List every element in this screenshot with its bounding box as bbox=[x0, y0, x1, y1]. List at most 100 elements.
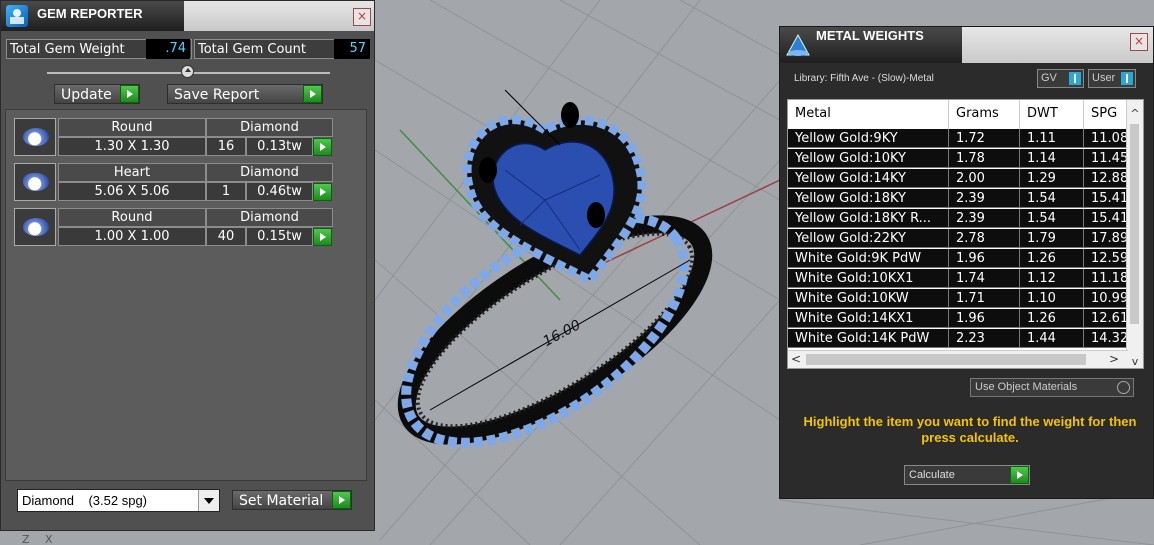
gem-shape: Heart bbox=[58, 163, 206, 182]
vscroll-thumb[interactable] bbox=[1130, 124, 1139, 324]
cell-dwt: 1.26 bbox=[1020, 249, 1084, 268]
cell-spg: 15.41 bbox=[1084, 189, 1128, 208]
table-row[interactable]: Yellow Gold:18KY 2.39 1.54 15.41 bbox=[788, 189, 1143, 209]
cell-grams: 2.39 bbox=[949, 209, 1020, 228]
cell-dwt: 1.79 bbox=[1020, 229, 1084, 248]
gem-size: 1.30 X 1.30 bbox=[58, 137, 206, 156]
save-report-button[interactable]: Save Report bbox=[167, 84, 323, 104]
gem-size: 5.06 X 5.06 bbox=[58, 182, 206, 201]
chevron-left-icon[interactable]: < bbox=[788, 351, 804, 368]
column-header-spg[interactable]: SPG bbox=[1084, 100, 1128, 129]
cell-spg: 12.61 bbox=[1084, 309, 1128, 328]
metal-weights-panel: METAL WEIGHTS × Library: Fifth Ave - (Sl… bbox=[779, 26, 1154, 499]
axis-hint: Z X bbox=[22, 533, 59, 545]
table-row[interactable]: Yellow Gold:10KY 1.78 1.14 11.45 bbox=[788, 149, 1143, 169]
size-slider-knob[interactable] bbox=[181, 65, 194, 78]
update-button[interactable]: Update bbox=[54, 84, 140, 104]
cell-metal-name: White Gold:9K PdW bbox=[788, 249, 949, 268]
chevron-right-icon[interactable]: > bbox=[1106, 351, 1122, 368]
save-report-go-icon bbox=[303, 85, 322, 103]
use-object-materials-toggle[interactable]: Use Object Materials bbox=[970, 378, 1134, 397]
cell-grams: 1.96 bbox=[949, 309, 1020, 328]
library-label: Library: Fifth Ave - (Slow)-Metal bbox=[794, 73, 934, 84]
chevron-down-icon[interactable] bbox=[198, 490, 219, 511]
gem-weight: 0.15tw bbox=[246, 227, 313, 246]
gem-type: Diamond bbox=[206, 163, 333, 182]
cell-metal-name: White Gold:14K PdW bbox=[788, 329, 949, 348]
column-header-metal[interactable]: Metal bbox=[788, 100, 949, 129]
table-row[interactable]: White Gold:10KW 1.71 1.10 10.99 bbox=[788, 289, 1143, 309]
cell-dwt: 1.44 bbox=[1020, 329, 1084, 348]
table-row[interactable]: Yellow Gold:14KY 2.00 1.29 12.88 bbox=[788, 169, 1143, 189]
cell-metal-name: Yellow Gold:10KY bbox=[788, 149, 949, 168]
chevron-down-icon[interactable]: v bbox=[1127, 354, 1143, 368]
cell-grams: 1.74 bbox=[949, 269, 1020, 288]
cell-dwt: 1.54 bbox=[1020, 209, 1084, 228]
cell-dwt: 1.14 bbox=[1020, 149, 1084, 168]
cell-metal-name: Yellow Gold:22KY bbox=[788, 229, 949, 248]
metal-weights-title-tab: METAL WEIGHTS bbox=[780, 27, 962, 63]
column-header-grams[interactable]: Grams bbox=[949, 100, 1020, 129]
gem-reporter-close-icon[interactable]: × bbox=[353, 8, 371, 26]
gem-stats-row: Total Gem Weight .74 Total Gem Count 57 bbox=[6, 39, 370, 59]
total-gem-count-value: 57 bbox=[334, 39, 370, 59]
cell-dwt: 1.12 bbox=[1020, 269, 1084, 288]
set-material-button[interactable]: Set Material bbox=[232, 490, 352, 510]
round-gem-thumbnail bbox=[14, 118, 56, 156]
gem-row[interactable]: Round Diamond 1.30 X 1.30 16 0.13tw bbox=[14, 118, 339, 158]
gem-reporter-titlebar[interactable]: GEM REPORTER × bbox=[1, 1, 374, 31]
metal-table-header: Metal Grams DWT SPG bbox=[788, 100, 1143, 129]
chevron-up-icon[interactable]: ^ bbox=[1127, 106, 1143, 122]
gem-reporter-title: GEM REPORTER bbox=[37, 6, 143, 21]
cell-grams: 2.00 bbox=[949, 169, 1020, 188]
table-row[interactable]: White Gold:10KX1 1.74 1.12 11.18 bbox=[788, 269, 1143, 289]
cell-grams: 1.71 bbox=[949, 289, 1020, 308]
cell-grams: 1.96 bbox=[949, 249, 1020, 268]
gem-row[interactable]: Heart Diamond 5.06 X 5.06 1 0.46tw bbox=[14, 163, 339, 203]
calculate-button[interactable]: Calculate bbox=[904, 465, 1030, 485]
table-row[interactable]: White Gold:14KX1 1.96 1.26 12.61 bbox=[788, 309, 1143, 329]
round-gem-thumbnail bbox=[14, 208, 56, 246]
total-gem-weight-value: .74 bbox=[146, 39, 190, 59]
metal-table[interactable]: Metal Grams DWT SPG Yellow Gold:9KY 1.72 1… bbox=[787, 99, 1144, 369]
cell-spg: 11.08 bbox=[1084, 129, 1128, 148]
cell-metal-name: White Gold:14KX1 bbox=[788, 309, 949, 328]
gv-toggle[interactable]: GV bbox=[1037, 69, 1084, 88]
metal-weights-close-icon[interactable]: × bbox=[1130, 33, 1148, 51]
gem-weight: 0.13tw bbox=[246, 137, 313, 156]
metal-table-hscroll[interactable]: < > bbox=[788, 350, 1128, 368]
table-row[interactable]: Yellow Gold:22KY 2.78 1.79 17.89 bbox=[788, 229, 1143, 249]
cell-dwt: 1.29 bbox=[1020, 169, 1084, 188]
table-row[interactable]: White Gold:9K PdW 1.96 1.26 12.59 bbox=[788, 249, 1143, 269]
dimension-label: 16.00 bbox=[540, 317, 583, 350]
gem-row[interactable]: Round Diamond 1.00 X 1.00 40 0.15tw bbox=[14, 208, 339, 248]
instruction-text: Highlight the item you want to find the … bbox=[803, 414, 1137, 445]
set-material-go-icon bbox=[332, 491, 351, 509]
table-row[interactable]: Yellow Gold:18KY R... 2.39 1.54 15.41 bbox=[788, 209, 1143, 229]
calculate-go-icon bbox=[1010, 466, 1029, 484]
cell-metal-name: Yellow Gold:14KY bbox=[788, 169, 949, 188]
cell-metal-name: Yellow Gold:18KY bbox=[788, 189, 949, 208]
gem-row-go-icon[interactable] bbox=[313, 228, 332, 246]
metal-weights-app-icon bbox=[785, 33, 810, 56]
hscroll-thumb[interactable] bbox=[806, 354, 1086, 365]
cell-dwt: 1.10 bbox=[1020, 289, 1084, 308]
table-row[interactable]: White Gold:14K PdW 2.23 1.44 14.32 bbox=[788, 329, 1143, 349]
cell-dwt: 1.11 bbox=[1020, 129, 1084, 148]
gem-row-go-icon[interactable] bbox=[313, 138, 332, 156]
user-toggle[interactable]: User bbox=[1088, 69, 1136, 88]
metal-weights-title: METAL WEIGHTS bbox=[816, 28, 924, 43]
gem-material-select[interactable]: Diamond (3.52 spg) bbox=[17, 489, 220, 512]
column-header-dwt[interactable]: DWT bbox=[1020, 100, 1084, 129]
metal-weights-titlebar[interactable]: METAL WEIGHTS × bbox=[780, 27, 1153, 63]
heart-gem-thumbnail bbox=[14, 163, 56, 201]
cell-dwt: 1.26 bbox=[1020, 309, 1084, 328]
table-row[interactable]: Yellow Gold:9KY 1.72 1.11 11.08 bbox=[788, 129, 1143, 149]
gem-list: Round Diamond 1.30 X 1.30 16 0.13tw Hear… bbox=[5, 109, 367, 481]
cell-metal-name: Yellow Gold:9KY bbox=[788, 129, 949, 148]
metal-table-vscroll[interactable]: ^ v bbox=[1126, 100, 1143, 368]
gem-row-go-icon[interactable] bbox=[313, 183, 332, 201]
gem-count: 1 bbox=[206, 182, 246, 201]
cell-spg: 11.45 bbox=[1084, 149, 1128, 168]
cell-metal-name: White Gold:10KW bbox=[788, 289, 949, 308]
